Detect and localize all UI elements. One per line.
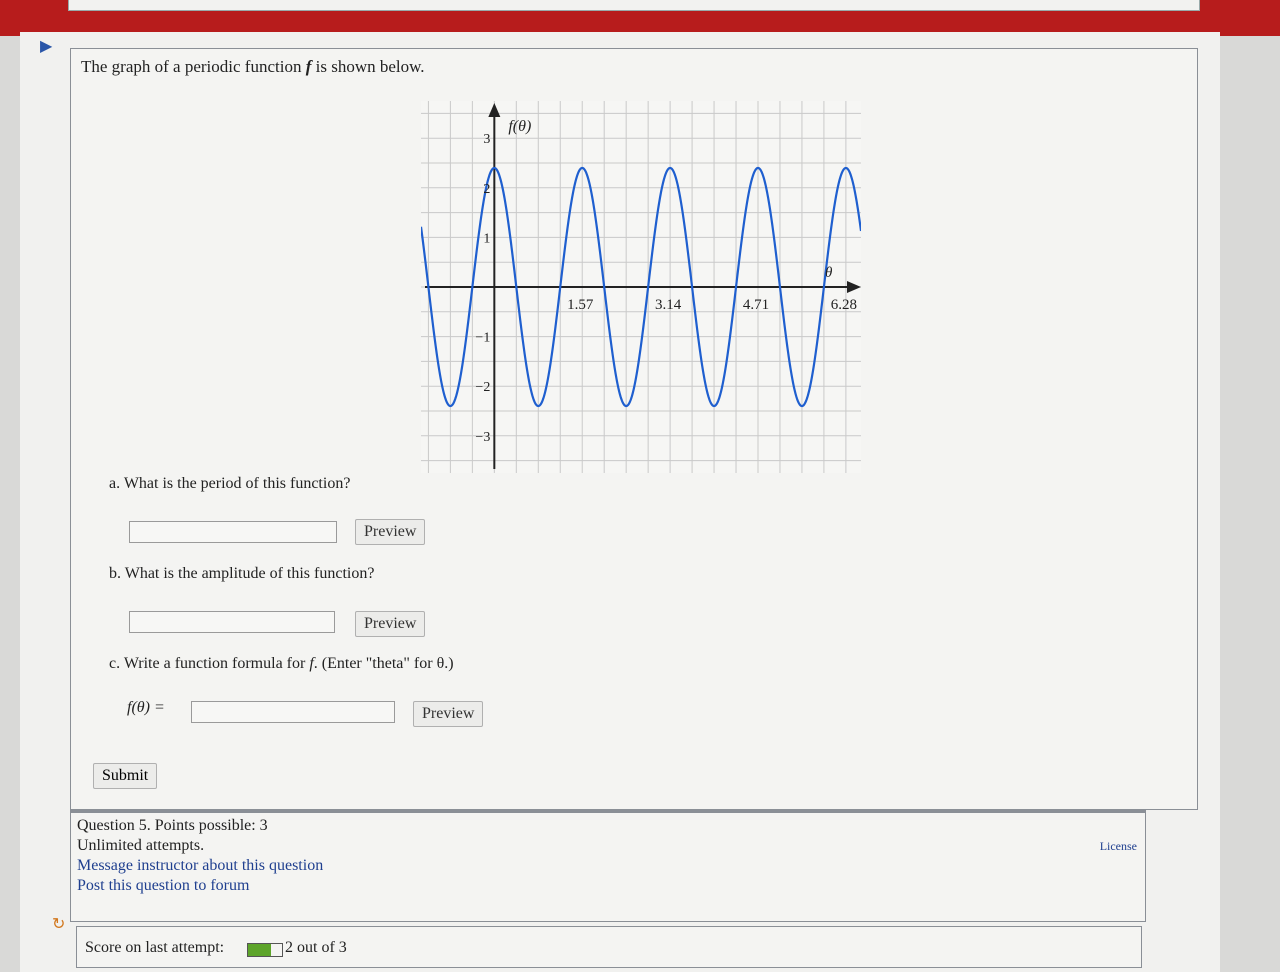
previous-question-box — [68, 0, 1200, 11]
x-tick-label: 6.28 — [831, 297, 857, 313]
attempts-text: Unlimited attempts. — [77, 837, 205, 854]
license-link[interactable]: License — [1100, 839, 1137, 854]
formula-input[interactable] — [191, 701, 395, 723]
y-tick-label: −2 — [475, 380, 490, 395]
y-tick-label: −1 — [475, 331, 490, 346]
amplitude-input[interactable] — [129, 611, 335, 633]
preview-button-a[interactable]: Preview — [355, 519, 426, 545]
post-forum-link[interactable]: Post this question to forum — [77, 877, 249, 895]
period-input[interactable] — [129, 521, 337, 543]
score-value: 2 out of 3 — [285, 939, 347, 956]
part-a-label: a. What is the period of this function? — [109, 475, 351, 492]
question-info-box: Question 5. Points possible: 3 Unlimited… — [70, 810, 1146, 922]
formula-label: f(θ) = — [127, 699, 165, 716]
x-tick-label: 4.71 — [743, 297, 769, 313]
preview-button-c[interactable]: Preview — [413, 701, 484, 727]
score-label: Score on last attempt: — [85, 939, 225, 956]
part-b-label: b. What is the amplitude of this functio… — [109, 565, 375, 582]
x-tick-label: 1.57 — [567, 297, 594, 313]
x-tick-label: 3.14 — [655, 297, 682, 313]
y-tick-label: 2 — [483, 182, 490, 197]
submit-button[interactable]: Submit — [93, 763, 158, 789]
refresh-icon[interactable]: ↻ — [52, 914, 65, 933]
y-tick-label: 3 — [483, 132, 490, 147]
score-box: Score on last attempt: 2 out of 3 — [76, 926, 1142, 968]
preview-button-b[interactable]: Preview — [355, 611, 426, 637]
score-bar — [247, 943, 283, 957]
question-box: The graph of a periodic function f is sh… — [70, 48, 1198, 810]
y-tick-label: 1 — [483, 231, 490, 246]
collapse-arrow-icon[interactable]: ▶ — [40, 36, 52, 56]
points-possible: Question 5. Points possible: 3 — [77, 817, 268, 834]
score-bar-fill — [248, 944, 271, 956]
y-tick-label: −3 — [475, 430, 490, 445]
message-instructor-link[interactable]: Message instructor about this question — [77, 857, 323, 875]
function-graph: 1.57 3.14 4.71 6.28 3 2 1 −1 −2 −3 f(θ) θ — [421, 101, 861, 473]
x-axis-label: θ — [825, 265, 833, 281]
question-intro: The graph of a periodic function f is sh… — [81, 57, 425, 76]
part-c-label: c. Write a function formula for f. (Ente… — [109, 655, 454, 672]
y-axis-label: f(θ) — [508, 118, 531, 135]
